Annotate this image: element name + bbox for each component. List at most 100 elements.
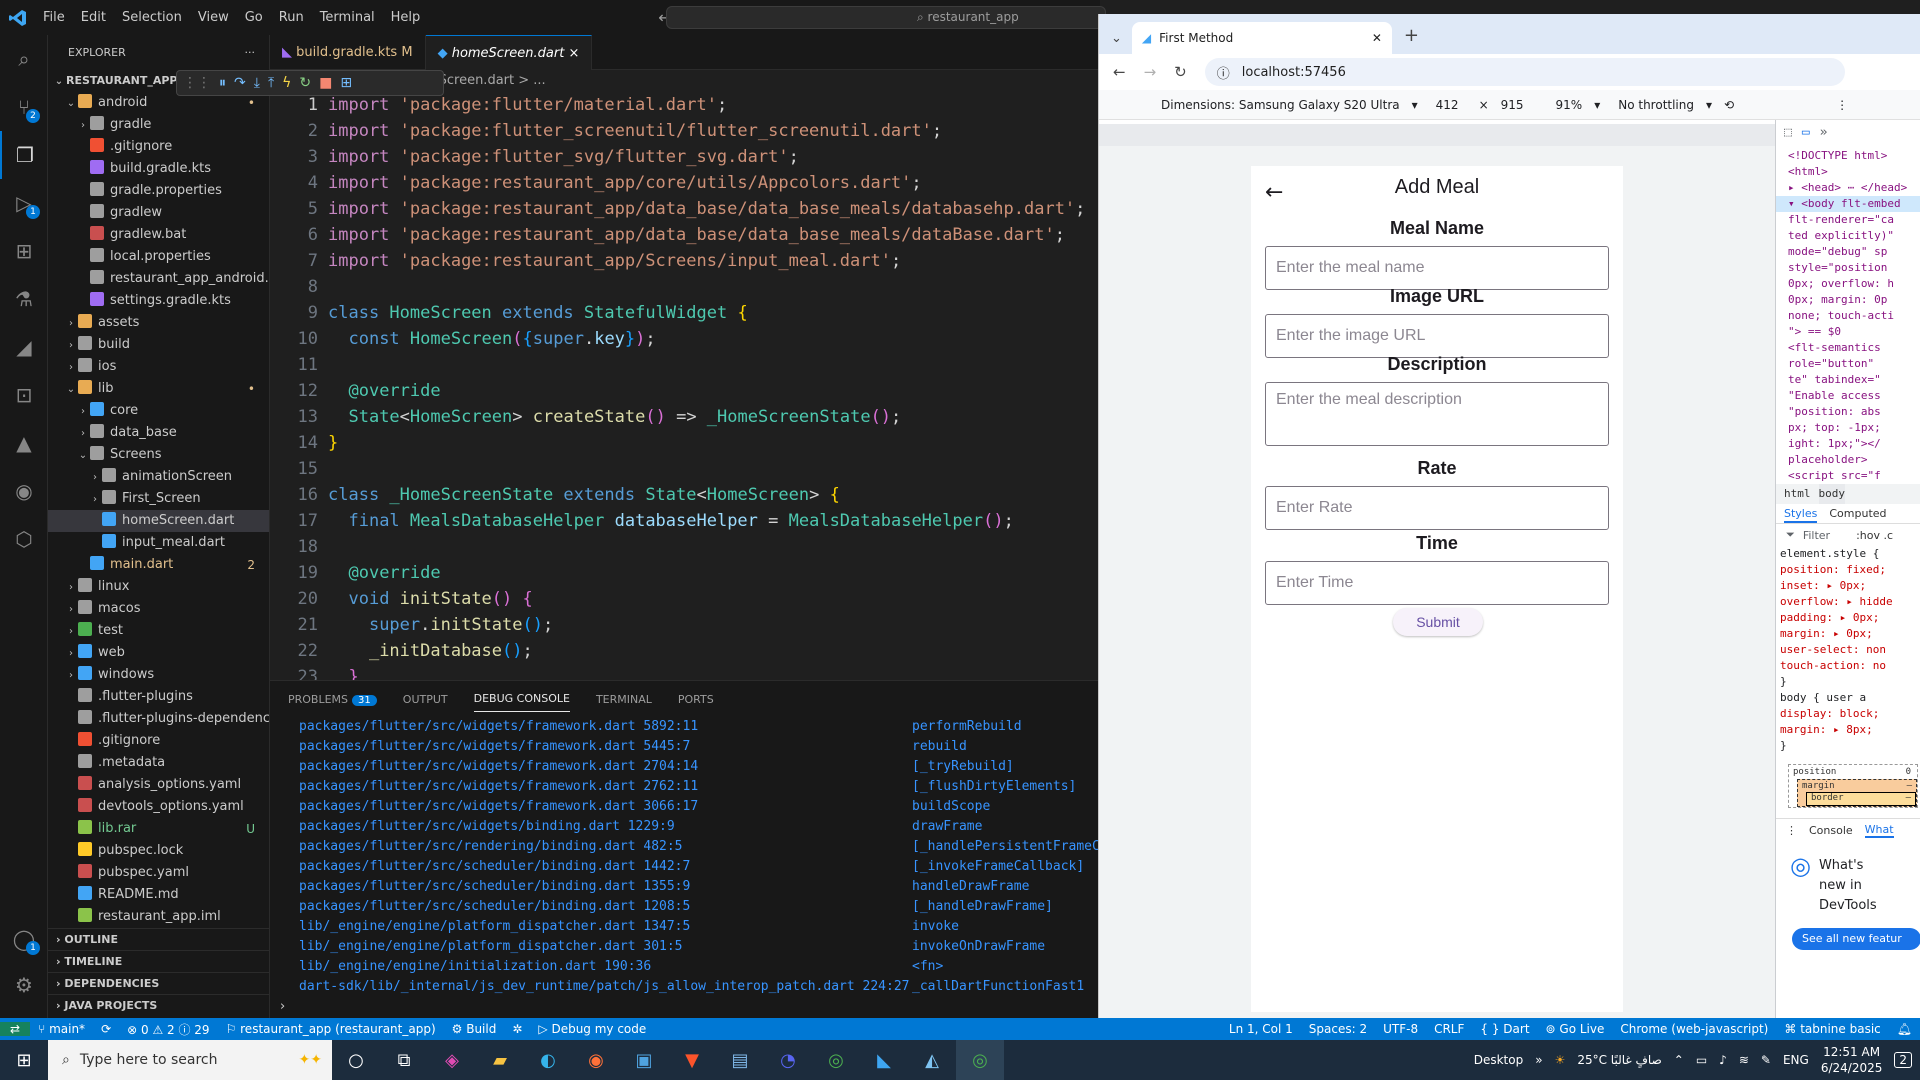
meal-name-input[interactable]: Enter the meal name (1265, 246, 1609, 290)
crumb-html[interactable]: html (1784, 484, 1811, 504)
dom-node-line[interactable]: ted explicitly)" (1776, 228, 1920, 244)
tab-search-icon[interactable]: ⌄ (1111, 31, 1122, 46)
tabnine-status[interactable]: ⌘ tabnine basic (1776, 1022, 1888, 1036)
drawer-menu-icon[interactable]: ⋮ (1786, 824, 1797, 837)
gear-icon[interactable]: ⚙ (0, 961, 48, 1009)
zoom-select[interactable]: 91% (1556, 98, 1583, 112)
language-indicator[interactable]: ENG (1783, 1053, 1809, 1067)
rate-input[interactable]: Enter Rate (1265, 486, 1609, 530)
throttle-select[interactable]: No throttling (1618, 98, 1694, 112)
hot-reload-icon[interactable]: ϟ (282, 75, 291, 91)
stack-frame-location[interactable]: packages/flutter/src/widgets/framework.d… (299, 797, 698, 817)
tree-item[interactable]: devtools_options.yaml (48, 796, 269, 818)
file-explorer-icon[interactable]: ▰ (476, 1040, 524, 1080)
style-rule-line[interactable]: padding: ▸ 0px; (1776, 610, 1920, 626)
dom-node-line[interactable]: 0px; overflow: h (1776, 276, 1920, 292)
height-input[interactable]: 915 (1501, 98, 1524, 112)
sync-icon[interactable]: ⟳ (93, 1022, 119, 1036)
remote-explorer-icon[interactable]: ⊡ (0, 371, 48, 419)
console-line[interactable]: packages/flutter/src/rendering/binding.d… (270, 837, 1100, 857)
tab-computed[interactable]: Computed (1829, 504, 1886, 523)
device-toggle-icon[interactable]: ▭ (1802, 125, 1810, 140)
crumb-body[interactable]: body (1818, 484, 1845, 504)
discord-icon[interactable]: ◔ (764, 1040, 812, 1080)
chrome-active-icon[interactable]: ◎ (956, 1040, 1004, 1080)
section-dependencies[interactable]: › DEPENDENCIES (48, 972, 270, 994)
dom-node-line[interactable]: <flt-semantics (1776, 340, 1920, 356)
close-icon[interactable]: ✕ (1372, 31, 1382, 45)
tree-item[interactable]: restaurant_app.iml (48, 906, 269, 928)
tree-item[interactable]: › macos (48, 598, 269, 620)
style-rule-line[interactable]: margin: ▸ 8px; (1776, 722, 1920, 738)
device-status[interactable]: Chrome (web-javascript) (1612, 1022, 1776, 1036)
style-rule-line[interactable]: inset: ▸ 0px; (1776, 578, 1920, 594)
dom-node-line[interactable]: <!DOCTYPE html> (1776, 148, 1920, 164)
code-line[interactable]: 13 State<HomeScreen> createState() => _H… (270, 404, 1100, 430)
tree-item[interactable]: › test (48, 620, 269, 642)
tree-item[interactable]: build.gradle.kts (48, 158, 269, 180)
tree-item[interactable]: homeScreen.dart (48, 510, 269, 532)
dom-node-line[interactable]: flt-renderer="ca (1776, 212, 1920, 228)
volume-icon[interactable]: ♪ (1719, 1053, 1727, 1067)
dom-node-line[interactable]: ight: 1px;"></ (1776, 436, 1920, 452)
brave-icon[interactable]: ▼ (668, 1040, 716, 1080)
run-debug-icon[interactable]: ▷ 1 (0, 179, 48, 227)
git-branch[interactable]: ⑂ main* (30, 1022, 93, 1036)
chrome-icon[interactable]: ◎ (812, 1040, 860, 1080)
style-rule-line[interactable]: } (1776, 674, 1920, 690)
dom-node-line[interactable]: role="button" (1776, 356, 1920, 372)
tree-item[interactable]: .metadata (48, 752, 269, 774)
stack-frame-location[interactable]: packages/flutter/src/widgets/framework.d… (299, 757, 698, 777)
stack-frame-location[interactable]: packages/flutter/src/rendering/binding.d… (299, 837, 683, 857)
tree-item[interactable]: pubspec.yaml (48, 862, 269, 884)
code-line[interactable]: 6 import 'package:restaurant_app/data_bas… (270, 222, 1100, 248)
tree-item[interactable]: main.dart 2 (48, 554, 269, 576)
style-rule-line[interactable]: position: fixed; (1776, 562, 1920, 578)
time-input[interactable]: Enter Time (1265, 561, 1609, 605)
code-line[interactable]: 3 import 'package:flutter_svg/flutter_svg… (270, 144, 1100, 170)
console-line[interactable]: lib/_engine/engine/initialization.dart 1… (270, 957, 1100, 977)
dom-node-line[interactable]: "> == $0 (1776, 324, 1920, 340)
console-line[interactable]: lib/_engine/engine/platform_dispatcher.d… (270, 937, 1100, 957)
submit-button[interactable]: Submit (1393, 608, 1483, 636)
console-line[interactable]: packages/flutter/src/scheduler/binding.d… (270, 857, 1100, 877)
dom-node-line[interactable]: <html> (1776, 164, 1920, 180)
style-rule-line[interactable]: overflow: ▸ hidde (1776, 594, 1920, 610)
more-actions-icon[interactable]: ··· (245, 35, 256, 70)
tabnine-icon[interactable]: ◉ (0, 467, 48, 515)
code-line[interactable]: 11 (270, 352, 1100, 378)
tab-homescreen[interactable]: ◆ homeScreen.dart × (425, 35, 593, 70)
tree-item[interactable]: › linux (48, 576, 269, 598)
stack-frame-location[interactable]: dart-sdk/lib/_internal/js_dev_runtime/pa… (299, 977, 909, 997)
back-icon[interactable]: ← (1113, 63, 1126, 81)
tab-styles[interactable]: Styles (1784, 504, 1818, 523)
settings-icon[interactable]: ✲ (504, 1022, 530, 1036)
tree-item[interactable]: .flutter-plugins (48, 686, 269, 708)
close-icon[interactable]: × (568, 46, 579, 61)
tree-item[interactable]: › animationScreen (48, 466, 269, 488)
browser-tab[interactable]: ◢ First Method ✕ (1131, 22, 1392, 54)
stack-frame-location[interactable]: lib/_engine/engine/platform_dispatcher.d… (299, 917, 690, 937)
code-line[interactable]: 16 class _HomeScreenState extends State<H… (270, 482, 1100, 508)
menu-run[interactable]: Run (271, 0, 312, 35)
reload-icon[interactable]: ↻ (1174, 63, 1187, 81)
stack-frame-location[interactable]: lib/_engine/engine/platform_dispatcher.d… (299, 937, 683, 957)
go-live[interactable]: ⊚ Go Live (1538, 1022, 1613, 1036)
dom-node-line[interactable]: mode="debug" sp (1776, 244, 1920, 260)
windows-start-icon[interactable]: ⊞ (0, 1040, 48, 1080)
style-rule-line[interactable]: } (1776, 738, 1920, 754)
section-timeline[interactable]: › TIMELINE (48, 950, 270, 972)
tree-item[interactable]: gradle.properties (48, 180, 269, 202)
code-line[interactable]: 23 } (270, 664, 1100, 680)
stack-frame-location[interactable]: lib/_engine/engine/initialization.dart 1… (299, 957, 651, 977)
task-view-icon[interactable]: ⧉ (380, 1040, 428, 1080)
device-select[interactable]: Dimensions: Samsung Galaxy S20 Ultra (1161, 98, 1400, 112)
image-url-input[interactable]: Enter the image URL (1265, 314, 1609, 358)
code-line[interactable]: 22 _initDatabase(); (270, 638, 1100, 664)
line-ending[interactable]: CRLF (1426, 1022, 1472, 1036)
pause-icon[interactable]: ⏸ (219, 75, 226, 91)
section-java-projects[interactable]: › JAVA PROJECTS (48, 994, 270, 1016)
inspect-icon[interactable]: ⬚ (1784, 125, 1792, 140)
command-center[interactable]: ⌕ restaurant_app (666, 6, 1106, 29)
stack-frame-location[interactable]: packages/flutter/src/widgets/framework.d… (299, 737, 690, 757)
